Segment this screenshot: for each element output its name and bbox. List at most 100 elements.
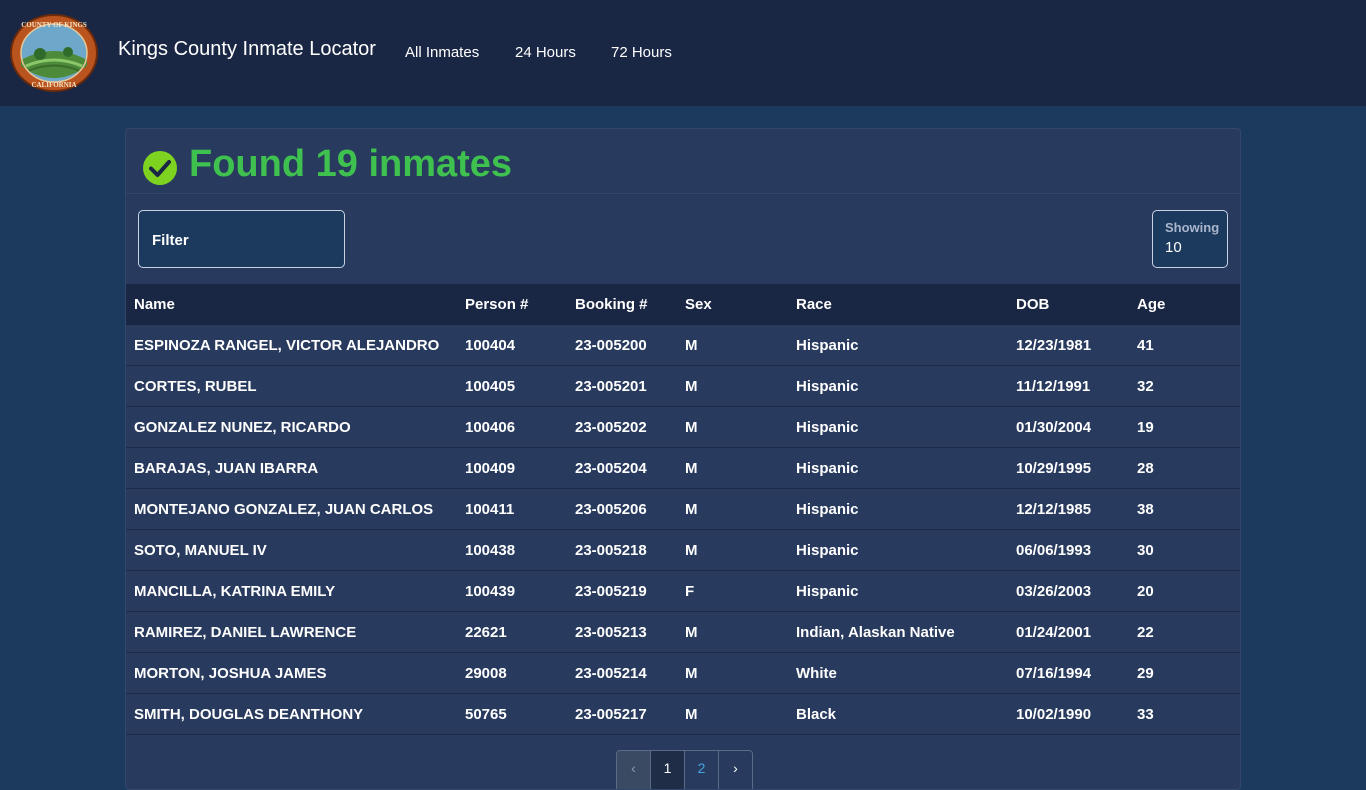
filter-input[interactable]: Filter [138, 210, 345, 268]
cell-name: BARAJAS, JUAN IBARRA [126, 447, 457, 489]
cell-booking-number: 23-005218 [567, 529, 677, 571]
cell-race: Hispanic [788, 570, 1008, 612]
cell-sex: M [677, 447, 788, 489]
chevron-right-icon: › [733, 760, 738, 776]
table-row[interactable]: RAMIREZ, DANIEL LAWRENCE 22621 23-005213 M I… [126, 611, 1240, 653]
nav-24-hours[interactable]: 24 Hours [515, 44, 576, 61]
cell-sex: M [677, 611, 788, 653]
column-header-name[interactable]: Name [126, 284, 457, 325]
cell-booking-number: 23-005206 [567, 488, 677, 530]
cell-booking-number: 23-005200 [567, 325, 677, 366]
nav-72-hours[interactable]: 72 Hours [611, 44, 672, 61]
cell-booking-number: 23-005201 [567, 365, 677, 407]
pagination-prev-button[interactable]: ‹ [617, 751, 651, 789]
cell-person-number: 100406 [457, 406, 567, 448]
column-header-booking[interactable]: Booking # [567, 284, 677, 325]
cell-name: GONZALEZ NUNEZ, RICARDO [126, 406, 457, 448]
cell-age: 29 [1129, 652, 1240, 694]
cell-race: Hispanic [788, 447, 1008, 489]
cell-person-number: 100409 [457, 447, 567, 489]
cell-dob: 01/30/2004 [1008, 406, 1129, 448]
nav-all-inmates[interactable]: All Inmates [405, 44, 479, 61]
cell-sex: M [677, 693, 788, 735]
cell-dob: 07/16/1994 [1008, 652, 1129, 694]
table-row[interactable]: BARAJAS, JUAN IBARRA 100409 23-005204 M Hisp… [126, 447, 1240, 489]
inmates-table-body: ESPINOZA RANGEL, VICTOR ALEJANDRO 100404 2… [126, 325, 1240, 735]
page-size-label: Showing [1165, 220, 1220, 235]
cell-booking-number: 23-005219 [567, 570, 677, 612]
cell-race: Indian, Alaskan Native [788, 611, 1008, 653]
cell-dob: 11/12/1991 [1008, 365, 1129, 407]
pagination-next-button[interactable]: › [719, 751, 752, 789]
table-header-row: Name Person # Booking # Sex Race DOB Age [126, 284, 1240, 325]
county-seal-icon[interactable]: COUNTY OF KINGS CALIFORNIA [10, 14, 98, 92]
cell-age: 28 [1129, 447, 1240, 489]
cell-name: RAMIREZ, DANIEL LAWRENCE [126, 611, 457, 653]
site-title[interactable]: Kings County Inmate Locator [118, 38, 376, 61]
cell-age: 19 [1129, 406, 1240, 448]
cell-age: 41 [1129, 325, 1240, 366]
cell-age: 22 [1129, 611, 1240, 653]
logo-text-top: COUNTY OF KINGS [21, 21, 87, 29]
table-row[interactable]: GONZALEZ NUNEZ, RICARDO 100406 23-005202 M H… [126, 406, 1240, 448]
cell-booking-number: 23-005214 [567, 652, 677, 694]
pagination-page-1[interactable]: 1 [651, 751, 685, 789]
table-row[interactable]: MANCILLA, KATRINA EMILY 100439 23-005219 F H… [126, 570, 1240, 612]
cell-name: MANCILLA, KATRINA EMILY [126, 570, 457, 612]
cell-dob: 10/29/1995 [1008, 447, 1129, 489]
cell-race: Hispanic [788, 365, 1008, 407]
results-header: Found 19 inmates [126, 129, 1240, 194]
cell-name: ESPINOZA RANGEL, VICTOR ALEJANDRO [126, 325, 457, 366]
cell-person-number: 100404 [457, 325, 567, 366]
cell-name: SMITH, DOUGLAS DEANTHONY [126, 693, 457, 735]
cell-sex: M [677, 325, 788, 366]
cell-person-number: 100438 [457, 529, 567, 571]
cell-age: 30 [1129, 529, 1240, 571]
column-header-person[interactable]: Person # [457, 284, 567, 325]
inmates-table: Name Person # Booking # Sex Race DOB Age… [126, 284, 1240, 735]
cell-booking-number: 23-005202 [567, 406, 677, 448]
filter-label: Filter [152, 232, 189, 249]
cell-person-number: 100411 [457, 488, 567, 530]
cell-dob: 12/12/1985 [1008, 488, 1129, 530]
cell-sex: M [677, 406, 788, 448]
cell-name: CORTES, RUBEL [126, 365, 457, 407]
cell-age: 38 [1129, 488, 1240, 530]
cell-person-number: 100439 [457, 570, 567, 612]
page-size-select[interactable]: Showing 10 [1152, 210, 1228, 268]
cell-age: 20 [1129, 570, 1240, 612]
pagination-page-2[interactable]: 2 [685, 751, 719, 789]
table-row[interactable]: MORTON, JOSHUA JAMES 29008 23-005214 M White… [126, 652, 1240, 694]
column-header-dob[interactable]: DOB [1008, 284, 1129, 325]
page-size-value: 10 [1165, 239, 1182, 256]
cell-dob: 01/24/2001 [1008, 611, 1129, 653]
cell-sex: F [677, 570, 788, 612]
column-header-race[interactable]: Race [788, 284, 1008, 325]
cell-booking-number: 23-005204 [567, 447, 677, 489]
results-count-title: Found 19 inmates [189, 143, 513, 185]
cell-race: White [788, 652, 1008, 694]
table-row[interactable]: ESPINOZA RANGEL, VICTOR ALEJANDRO 100404 2… [126, 325, 1240, 366]
top-navbar: COUNTY OF KINGS CALIFORNIA Kings County … [0, 0, 1366, 106]
cell-dob: 12/23/1981 [1008, 325, 1129, 366]
chevron-left-icon: ‹ [631, 760, 636, 776]
cell-sex: M [677, 529, 788, 571]
table-row[interactable]: SOTO, MANUEL IV 100438 23-005218 M Hispanic 0… [126, 529, 1240, 571]
cell-dob: 10/02/1990 [1008, 693, 1129, 735]
cell-race: Black [788, 693, 1008, 735]
column-header-sex[interactable]: Sex [677, 284, 788, 325]
table-row[interactable]: SMITH, DOUGLAS DEANTHONY 50765 23-005217 M B… [126, 693, 1240, 735]
table-row[interactable]: MONTEJANO GONZALEZ, JUAN CARLOS 100411 23-… [126, 488, 1240, 530]
cell-race: Hispanic [788, 406, 1008, 448]
table-row[interactable]: CORTES, RUBEL 100405 23-005201 M Hispanic 11/… [126, 365, 1240, 407]
logo-text-bottom: CALIFORNIA [31, 81, 76, 89]
cell-person-number: 22621 [457, 611, 567, 653]
cell-race: Hispanic [788, 488, 1008, 530]
cell-person-number: 50765 [457, 693, 567, 735]
cell-person-number: 100405 [457, 365, 567, 407]
cell-dob: 03/26/2003 [1008, 570, 1129, 612]
column-header-age[interactable]: Age [1129, 284, 1240, 325]
cell-age: 32 [1129, 365, 1240, 407]
results-card: Found 19 inmates Filter Showing 10 Name … [125, 128, 1241, 790]
cell-age: 33 [1129, 693, 1240, 735]
